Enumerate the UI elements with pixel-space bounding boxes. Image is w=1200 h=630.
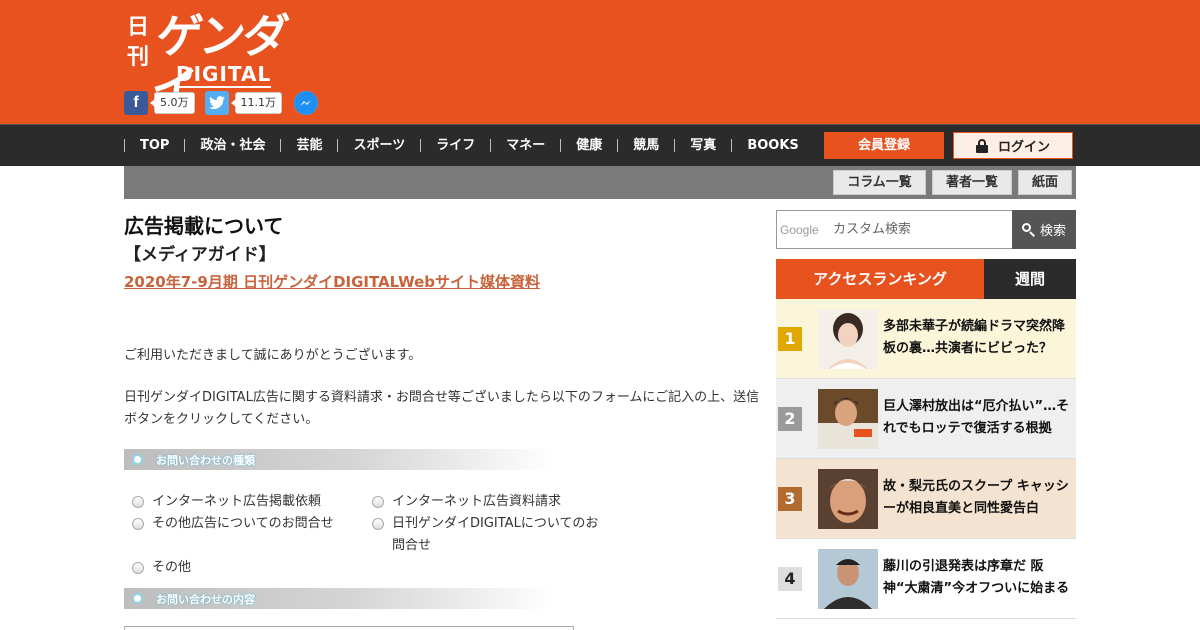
nav-item-entertainment[interactable]: 芸能 (280, 139, 337, 152)
radio-option-ad-request[interactable]: インターネット広告掲載依頼 (132, 491, 362, 513)
ranking-item[interactable]: 2 巨人澤村放出は“厄介払い”…それでもロッテで復活する根拠 (776, 379, 1076, 459)
radio-label: インターネット広告掲載依頼 (152, 494, 322, 509)
nav-item-sports[interactable]: スポーツ (337, 139, 420, 152)
site-logo[interactable]: 日刊 ゲンダイ DIGITAL (126, 9, 306, 115)
logo-digital-text: DIGITAL (176, 62, 272, 88)
nav-item-money[interactable]: マネー (490, 139, 560, 152)
section-label: お問い合わせの種類 (156, 454, 255, 467)
page-title: 広告掲載について (124, 214, 284, 238)
radio-label: その他広告についてのお問合せ (152, 516, 334, 531)
inquiry-content-textarea[interactable] (124, 626, 574, 630)
ranking-item[interactable]: 1 多部未華子が続編ドラマ突然降板の裏…共演者にビビった？ (776, 299, 1076, 379)
twitter-icon[interactable] (204, 91, 229, 115)
nav-item-health[interactable]: 健康 (560, 139, 617, 152)
intro-text: ご利用いただきまして誠にありがとうございます。 (124, 348, 422, 363)
ranking-thumbnail[interactable] (818, 389, 878, 449)
site-header: 日刊 ゲンダイ DIGITAL f 5.0万 11.1万 (0, 0, 1200, 124)
search-button[interactable]: 検索 (1012, 210, 1076, 249)
nav-item-photo[interactable]: 写真 (674, 139, 731, 152)
nav-item-keiba[interactable]: 競馬 (617, 139, 674, 152)
ranking-thumbnail[interactable] (818, 469, 878, 529)
ranking-title[interactable]: 多部未華子が続編ドラマ突然降板の裏…共演者にビビった？ (883, 316, 1075, 360)
column-list-button[interactable]: コラム一覧 (833, 170, 926, 195)
radio-button[interactable] (132, 562, 144, 574)
tab-access-ranking[interactable]: アクセスランキング (776, 259, 984, 299)
twitter-count: 11.1万 (230, 92, 282, 114)
ranking-item[interactable]: 3 故・梨元氏のスクープ キャッシーが相良直美と同性愛告白 (776, 459, 1076, 539)
ranking-title[interactable]: 故・梨元氏のスクープ キャッシーが相良直美と同性愛告白 (883, 476, 1075, 520)
radio-button[interactable] (132, 518, 144, 530)
section-header-inquiry-content: お問い合わせの内容 (124, 588, 554, 609)
radio-option-other[interactable]: その他 (132, 557, 362, 579)
rank-number: 1 (778, 327, 802, 351)
ranking-title[interactable]: 藤川の引退発表は序章だ 阪神“大粛清”今オフついに始まる (883, 556, 1075, 600)
rank-number: 4 (778, 567, 802, 591)
google-brand: Google (780, 223, 819, 237)
page-subtitle: 【メディアガイド】 (124, 245, 276, 265)
login-label: ログイン (997, 140, 1050, 155)
ranking-thumbnail[interactable] (818, 549, 878, 609)
radio-label: 日刊ゲンダイDIGITALについてのお問合せ (392, 516, 599, 553)
nav-item-politics[interactable]: 政治・社会 (184, 139, 280, 152)
media-guide-link[interactable]: 2020年7-9月期 日刊ゲンダイDIGITALWebサイト媒体資料 (124, 271, 540, 292)
radio-label: その他 (152, 560, 192, 575)
login-button[interactable]: ログイン (953, 132, 1073, 159)
rank-number: 3 (778, 487, 802, 511)
nav-item-life[interactable]: ライフ (420, 139, 490, 152)
nav-item-top[interactable]: TOP (124, 139, 184, 152)
instruction-text: 日刊ゲンダイDIGITAL広告に関する資料請求・お問合せ等ございましたら以下のフ… (124, 390, 760, 427)
section-header-inquiry-type: お問い合わせの種類 (124, 449, 554, 470)
ranking-thumbnail[interactable] (818, 309, 878, 369)
ranking-item[interactable]: 4 藤川の引退発表は序章だ 阪神“大粛清”今オフついに始まる (776, 539, 1076, 619)
bullet-icon (132, 454, 143, 465)
facebook-count: 5.0万 (150, 92, 195, 114)
radio-option-document-request[interactable]: インターネット広告資料請求 (372, 491, 612, 513)
social-share-bar: f 5.0万 11.1万 (124, 90, 318, 116)
paper-button[interactable]: 紙面 (1018, 170, 1072, 195)
radio-option-other-ad[interactable]: その他広告についてのお問合せ (132, 513, 362, 535)
facebook-icon[interactable]: f (124, 91, 148, 115)
radio-label: インターネット広告資料請求 (392, 494, 562, 509)
radio-button[interactable] (372, 496, 384, 508)
sub-nav: コラム一覧 著者一覧 紙面 (124, 166, 1076, 199)
lock-icon (975, 138, 988, 153)
ranking-title[interactable]: 巨人澤村放出は“厄介払い”…それでもロッテで復活する根拠 (883, 396, 1075, 440)
search-box: Google (776, 210, 1013, 249)
bullet-icon (132, 593, 143, 604)
author-list-button[interactable]: 著者一覧 (932, 170, 1012, 195)
radio-button[interactable] (132, 496, 144, 508)
nav-item-books[interactable]: BOOKS (731, 139, 813, 152)
register-button[interactable]: 会員登録 (824, 132, 944, 159)
tab-weekly[interactable]: 週間 (984, 259, 1076, 299)
messenger-icon[interactable] (294, 91, 318, 115)
rank-number: 2 (778, 407, 802, 431)
section-label: お問い合わせの内容 (156, 593, 255, 606)
nav-menu: TOP 政治・社会 芸能 スポーツ ライフ マネー 健康 競馬 写真 BOOKS (124, 125, 814, 166)
logo-small-text: 日刊 (126, 14, 149, 70)
main-nav: TOP 政治・社会 芸能 スポーツ ライフ マネー 健康 競馬 写真 BOOKS… (0, 124, 1200, 166)
search-input[interactable] (833, 211, 1008, 248)
search-icon (1021, 223, 1035, 236)
radio-option-about-digital[interactable]: 日刊ゲンダイDIGITALについてのお問合せ (372, 513, 604, 557)
search-button-label: 検索 (1039, 224, 1066, 239)
